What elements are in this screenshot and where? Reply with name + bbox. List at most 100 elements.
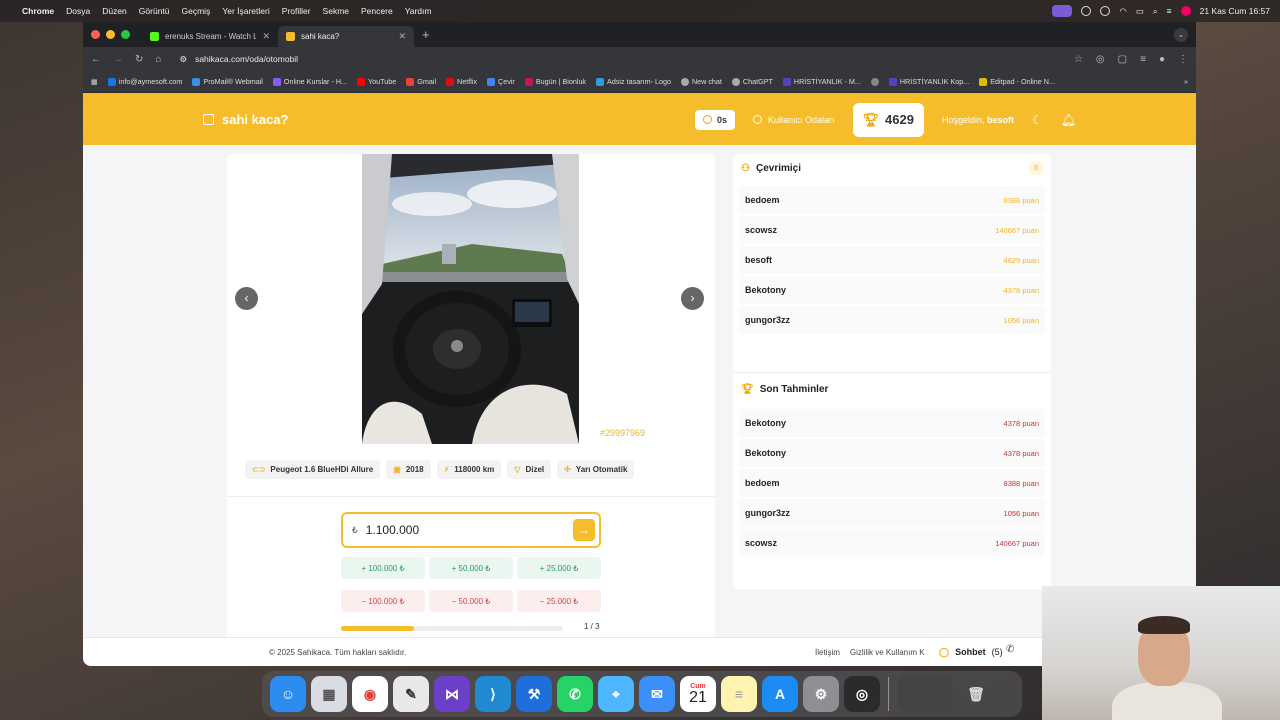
privacy-link[interactable]: Gizlilik ve Kullanım K bbox=[850, 648, 925, 657]
user-rooms-link[interactable]: Kullanıcı Odaları bbox=[752, 115, 835, 125]
xcode-icon[interactable]: ⚒ bbox=[516, 676, 552, 712]
app-store-icon[interactable]: A bbox=[762, 676, 798, 712]
play-icon[interactable] bbox=[1100, 6, 1111, 16]
wifi-icon[interactable]: ◠ bbox=[1119, 6, 1126, 17]
add-25000-button[interactable]: + 25.000 ₺ bbox=[517, 557, 601, 579]
vscode-icon[interactable]: ⟩ bbox=[475, 676, 511, 712]
obs-icon[interactable]: ◎ bbox=[844, 676, 880, 712]
menu-tab[interactable]: Sekme bbox=[323, 6, 349, 16]
prev-image-button[interactable]: ‹ bbox=[235, 287, 258, 310]
bookmark-item[interactable]: ChatGPT bbox=[731, 77, 773, 86]
menu-file[interactable]: Dosya bbox=[66, 6, 90, 16]
search-icon[interactable]: ⌕ bbox=[1153, 6, 1158, 17]
mail-icon[interactable]: ✉ bbox=[639, 676, 675, 712]
bookmark-item[interactable]: Editpad - Online N... bbox=[979, 77, 1055, 86]
add-100000-button[interactable]: + 100.000 ₺ bbox=[341, 557, 425, 579]
recent-window-thumbnail[interactable] bbox=[897, 676, 953, 712]
menu-profiles[interactable]: Profiller bbox=[282, 6, 311, 16]
home-icon[interactable]: ⌂ bbox=[155, 54, 161, 65]
bookmark-item[interactable]: HRİSTİYANLIK Kop... bbox=[888, 77, 969, 86]
add-50000-button[interactable]: + 50.000 ₺ bbox=[429, 557, 513, 579]
translate-icon bbox=[487, 77, 496, 86]
zoom-window-button[interactable] bbox=[121, 30, 130, 39]
currency-symbol: ₺ bbox=[352, 524, 358, 535]
menu-view[interactable]: Görüntü bbox=[139, 6, 170, 16]
close-tab-icon[interactable]: ✕ bbox=[398, 31, 406, 42]
menu-edit[interactable]: Düzen bbox=[102, 6, 127, 16]
trash-icon[interactable]: 🗑︎ bbox=[958, 676, 994, 712]
extensions-puzzle-icon[interactable]: ▢ bbox=[1118, 54, 1127, 65]
address-bar[interactable]: ⚙ sahikaca.com/oda/otomobil bbox=[173, 50, 1062, 68]
menu-window[interactable]: Pencere bbox=[361, 6, 393, 16]
user-points: 140667 puan bbox=[995, 225, 1039, 235]
bookmark-item[interactable] bbox=[870, 77, 879, 86]
battery-icon[interactable]: ▭ bbox=[1136, 6, 1144, 17]
whatsapp-icon[interactable]: ✆ bbox=[557, 676, 593, 712]
reload-icon[interactable]: ↻ bbox=[135, 54, 143, 65]
profile-avatar-icon[interactable]: ● bbox=[1159, 54, 1165, 65]
bookmark-item[interactable]: Online Kurslar - H... bbox=[272, 77, 347, 86]
notification-bell-icon[interactable]: 🔔︎ bbox=[1061, 113, 1076, 127]
new-tab-icon[interactable]: + bbox=[422, 27, 430, 42]
subtract-25000-button[interactable]: − 25.000 ₺ bbox=[517, 590, 601, 612]
menu-chrome[interactable]: Chrome bbox=[22, 6, 54, 16]
control-center-icon[interactable]: ≡ bbox=[1167, 6, 1172, 16]
status-icon[interactable] bbox=[1081, 6, 1092, 16]
chrome-icon[interactable]: ◉ bbox=[352, 676, 388, 712]
tab-search-icon[interactable]: ⌄ bbox=[1174, 28, 1188, 42]
siri-icon[interactable] bbox=[1180, 6, 1191, 16]
tab-erenuks[interactable]: erenuks Stream - Watch Live ✕ bbox=[142, 26, 278, 47]
screen-record-icon[interactable] bbox=[1052, 5, 1073, 17]
subtract-50000-button[interactable]: − 50.000 ₺ bbox=[429, 590, 513, 612]
bookmark-item[interactable]: Netflix bbox=[446, 77, 477, 86]
back-icon[interactable]: ← bbox=[91, 54, 101, 65]
subtract-100000-button[interactable]: − 100.000 ₺ bbox=[341, 590, 425, 612]
chat-button[interactable]: ◯ Sohbet (5) bbox=[933, 641, 1009, 663]
menu-help[interactable]: Yardım bbox=[405, 6, 432, 16]
maps-icon[interactable]: ⌖ bbox=[598, 676, 634, 712]
webmail-icon bbox=[192, 77, 201, 86]
price-value[interactable]: 1.100.000 bbox=[366, 523, 565, 537]
site-logo[interactable]: sahi kaca? bbox=[203, 112, 289, 127]
bookmark-item[interactable]: info@aymesoft.com bbox=[107, 77, 182, 86]
dark-mode-icon[interactable]: ☾ bbox=[1032, 113, 1043, 127]
bookmark-item[interactable]: ProMail® Webmail bbox=[192, 77, 263, 86]
menubar-clock[interactable]: 21 Kas Cum 16:57 bbox=[1200, 6, 1270, 16]
bookmark-item[interactable]: Adsiz tasarım- Logo bbox=[596, 77, 671, 86]
chat-bubble-icon: ◯ bbox=[939, 646, 950, 657]
menu-bookmarks[interactable]: Yer İşaretleri bbox=[222, 6, 269, 16]
notes-app-icon[interactable]: ✎ bbox=[393, 676, 429, 712]
system-settings-icon[interactable]: ⚙ bbox=[803, 676, 839, 712]
phone-icon[interactable]: ✆ bbox=[1006, 644, 1014, 655]
menu-history[interactable]: Geçmiş bbox=[182, 6, 211, 16]
reading-list-icon[interactable]: ≡ bbox=[1140, 54, 1146, 65]
launchpad-icon[interactable]: ▦ bbox=[311, 676, 347, 712]
forward-icon[interactable]: → bbox=[113, 54, 123, 65]
bookmark-item[interactable]: HRİSTİYANLIK - M... bbox=[782, 77, 861, 86]
bookmark-item[interactable]: Bugün | Bionluk bbox=[524, 77, 586, 86]
calendar-icon[interactable]: Cum 21 bbox=[680, 676, 716, 712]
url-text[interactable]: sahikaca.com/oda/otomobil bbox=[195, 54, 298, 64]
more-menu-icon[interactable]: ⋮ bbox=[1178, 54, 1188, 65]
bookmarks-overflow-icon[interactable]: » bbox=[1184, 77, 1188, 86]
price-input[interactable]: ₺ 1.100.000 → bbox=[341, 512, 601, 548]
bookmark-item[interactable]: YouTube bbox=[357, 77, 396, 86]
bookmark-item[interactable]: New chat bbox=[680, 77, 722, 86]
visual-studio-icon[interactable]: ⋈ bbox=[434, 676, 470, 712]
sahikaca-favicon-icon bbox=[286, 32, 295, 41]
bookmark-item[interactable]: Çevir bbox=[487, 77, 515, 86]
apps-grid-icon[interactable]: ▦ bbox=[91, 77, 98, 86]
minimize-window-button[interactable] bbox=[106, 30, 115, 39]
next-image-button[interactable]: › bbox=[681, 287, 704, 310]
bookmark-star-icon[interactable]: ☆ bbox=[1074, 54, 1083, 65]
notes-icon[interactable]: ≡ bbox=[721, 676, 757, 712]
finder-icon[interactable]: ☺ bbox=[270, 676, 306, 712]
submit-guess-button[interactable]: → bbox=[573, 519, 595, 541]
close-tab-icon[interactable]: ✕ bbox=[262, 31, 270, 42]
tab-sahikaca[interactable]: sahi kaca? ✕ bbox=[278, 26, 414, 47]
contact-link[interactable]: İletişim bbox=[815, 648, 840, 657]
site-info-icon[interactable]: ⚙ bbox=[179, 54, 187, 65]
close-window-button[interactable] bbox=[91, 30, 100, 39]
bookmark-item[interactable]: Gmail bbox=[406, 77, 436, 86]
extension-icon[interactable]: ◎ bbox=[1096, 54, 1105, 65]
